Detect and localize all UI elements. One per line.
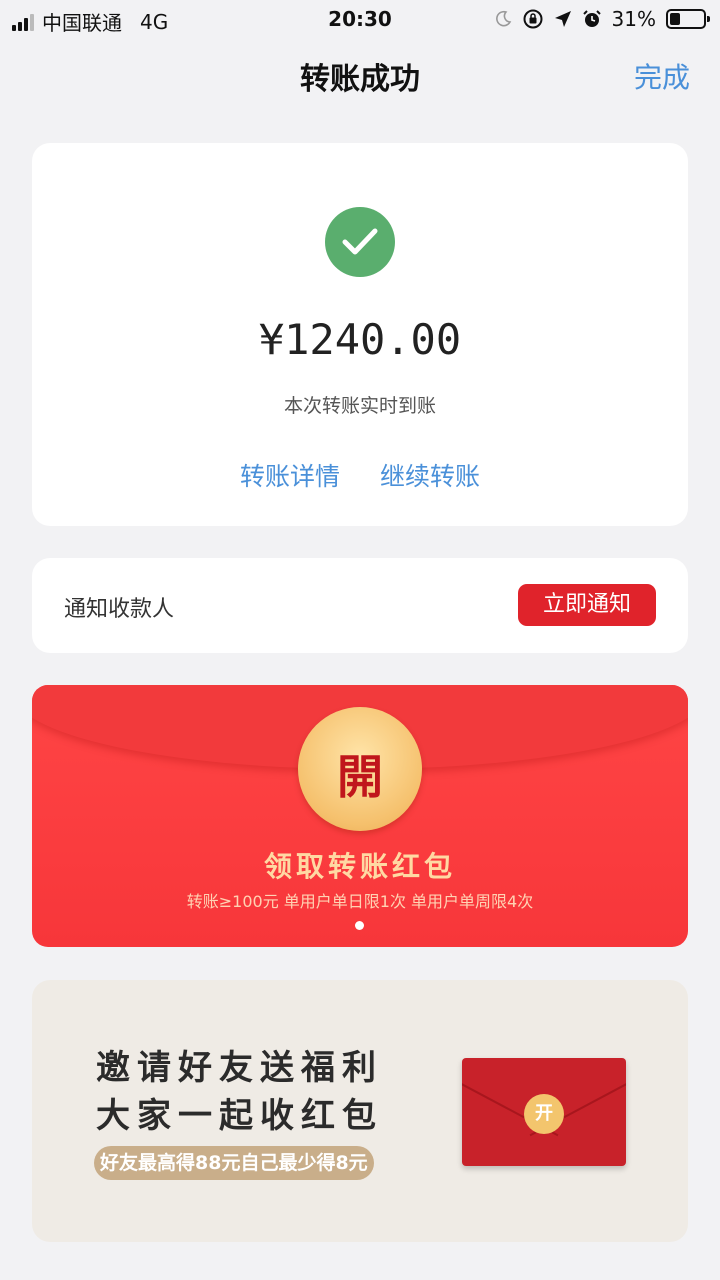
status-bar: 中国联通 4G 20:30 31% (0, 0, 720, 40)
battery-icon (666, 9, 710, 29)
red-packet-title: 领取转账红包 (263, 850, 456, 883)
red-packet-rules: 转账≥100元 单用户单日限1次 单用户单周限4次 (186, 892, 534, 911)
carousel-dot (355, 921, 364, 930)
invite-reward-tag: 好友最高得88元自己最少得8元 (94, 1146, 374, 1180)
invite-subheadline: 大家一起收红包 (96, 1096, 383, 1136)
page-title: 转账成功 (300, 62, 420, 97)
invite-headline: 邀请好友送福利 (96, 1048, 383, 1088)
alarm-icon (582, 10, 601, 27)
red-packet-banner[interactable]: 開 领取转账红包 转账≥100元 单用户单日限1次 单用户单周限4次 (32, 685, 688, 947)
invite-friends-banner[interactable]: 邀请好友送福利 大家一起收红包 好友最高得88元自己最少得8元 开 (32, 980, 688, 1242)
status-right: 31% (494, 7, 710, 31)
battery-percent: 31% (611, 7, 656, 31)
transfer-amount: ¥1240.00 (258, 315, 462, 364)
location-icon (554, 11, 571, 27)
check-icon (325, 207, 395, 277)
continue-transfer-link[interactable]: 继续转账 (380, 457, 480, 493)
result-links: 转账详情 继续转账 (32, 457, 688, 493)
envelope-open-text: 开 (524, 1094, 564, 1134)
red-envelope-icon: 开 (462, 1058, 626, 1166)
transfer-result-card: ¥1240.00 本次转账实时到账 转账详情 继续转账 (32, 143, 688, 526)
notify-now-button[interactable]: 立即通知 (518, 584, 656, 626)
open-coin-text: 開 (337, 750, 383, 804)
done-button[interactable]: 完成 (634, 56, 690, 96)
open-coin-icon[interactable]: 開 (298, 707, 422, 831)
orientation-lock-icon (523, 9, 543, 29)
arrival-note: 本次转账实时到账 (283, 395, 436, 417)
transfer-details-link[interactable]: 转账详情 (240, 457, 340, 493)
moon-icon (495, 10, 511, 27)
notify-recipient-card: 通知收款人 立即通知 (32, 558, 688, 653)
notify-recipient-label: 通知收款人 (64, 597, 175, 622)
